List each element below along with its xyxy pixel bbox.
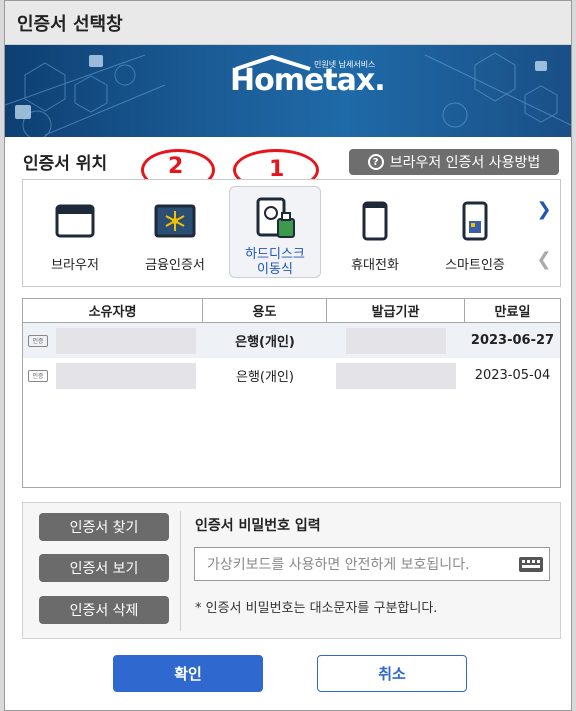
financial-cert-icon: [154, 196, 196, 246]
table-row[interactable]: 인증 은행(개인) 2023-05-04: [23, 358, 560, 393]
view-cert-button[interactable]: 인증서 보기: [39, 554, 169, 582]
location-harddisk-label: 하드디스크 이동식: [245, 247, 305, 277]
issuer-cell: [327, 323, 465, 358]
cert-dialog: 인증서 선택창 Hometax. 민원넷 납세서비스 인증서 위치 ? 브라우저…: [4, 0, 572, 711]
location-browser-label: 브라우저: [51, 258, 99, 273]
location-title: 인증서 위치: [23, 154, 108, 174]
browser-help-button[interactable]: ? 브라우저 인증서 사용방법: [349, 149, 559, 175]
owner-cell: 인증: [23, 323, 203, 358]
password-note: * 인증서 비밀번호는 대소문자를 구분합니다.: [195, 601, 438, 616]
certificate-icon: 인증: [28, 334, 48, 347]
header-expiry[interactable]: 만료일: [465, 299, 560, 322]
hometax-banner: Hometax. 민원넷 납세서비스: [5, 45, 571, 137]
question-icon: ?: [367, 154, 384, 170]
delete-cert-button[interactable]: 인증서 삭제: [39, 596, 169, 624]
password-input[interactable]: 가상키보드를 사용하면 안전하게 보호됩니다.: [194, 547, 550, 581]
location-smart-label: 스마트인증: [445, 258, 505, 273]
keyboard-icon[interactable]: [519, 557, 543, 572]
divider: [180, 511, 181, 631]
annotation-label-2: 2: [168, 154, 184, 179]
smart-cert-icon: [460, 196, 490, 246]
header-issuer[interactable]: 발급기관: [327, 299, 465, 322]
expiry-cell: 2023-05-04: [474, 368, 551, 383]
issuer-cell: [327, 358, 465, 393]
logo-subtext: 민원넷 납세서비스: [314, 60, 376, 69]
dialog-title: 인증서 선택창: [5, 1, 571, 45]
cancel-button[interactable]: 취소: [317, 655, 467, 692]
expiry-cell: 2023-06-27: [470, 333, 555, 348]
location-phone[interactable]: 휴대전화: [329, 186, 421, 278]
usage-cell: 은행(개인): [235, 335, 295, 350]
location-financial[interactable]: 금융인증서: [129, 186, 221, 278]
issuer-redacted: [346, 327, 446, 354]
owner-redacted: [56, 327, 196, 354]
cert-location-panel: 브라우저 금융인증서 하드디스크 이동식 휴대전화 스마트인증 ❯ ❮: [22, 179, 561, 287]
cert-table: 소유자명 용도 발급기관 만료일 인증 은행(개인) 2023-06-27 인증…: [22, 298, 561, 488]
header-usage[interactable]: 용도: [203, 299, 327, 322]
usage-cell: 은행(개인): [236, 370, 294, 385]
hometax-logo: Hometax. 민원넷 납세서비스: [230, 55, 386, 98]
location-smart[interactable]: 스마트인증: [429, 186, 521, 278]
location-financial-label: 금융인증서: [145, 258, 205, 273]
chevron-left-icon[interactable]: ❮: [531, 244, 557, 274]
issuer-redacted: [336, 362, 456, 389]
browser-icon: [55, 196, 95, 246]
header-owner[interactable]: 소유자명: [23, 299, 203, 322]
table-row[interactable]: 인증 은행(개인) 2023-06-27: [23, 323, 560, 358]
location-browser[interactable]: 브라우저: [29, 186, 121, 278]
table-header: 소유자명 용도 발급기관 만료일: [23, 299, 560, 323]
location-phone-label: 휴대전화: [351, 258, 399, 273]
help-label: 브라우저 인증서 사용방법: [389, 155, 541, 171]
certificate-icon: 인증: [28, 369, 48, 382]
password-label: 인증서 비밀번호 입력: [195, 518, 321, 534]
phone-icon: [362, 196, 388, 246]
owner-cell: 인증: [23, 358, 203, 393]
ok-button[interactable]: 확인: [113, 655, 263, 692]
owner-redacted: [56, 362, 196, 389]
password-placeholder: 가상키보드를 사용하면 안전하게 보호됩니다.: [207, 557, 470, 573]
location-harddisk[interactable]: 하드디스크 이동식: [229, 186, 321, 278]
password-panel: 인증서 찾기 인증서 보기 인증서 삭제 인증서 비밀번호 입력 가상키보드를 …: [22, 502, 561, 639]
harddisk-icon: [252, 197, 298, 241]
chevron-right-icon[interactable]: ❯: [531, 194, 557, 224]
find-cert-button[interactable]: 인증서 찾기: [39, 513, 169, 541]
